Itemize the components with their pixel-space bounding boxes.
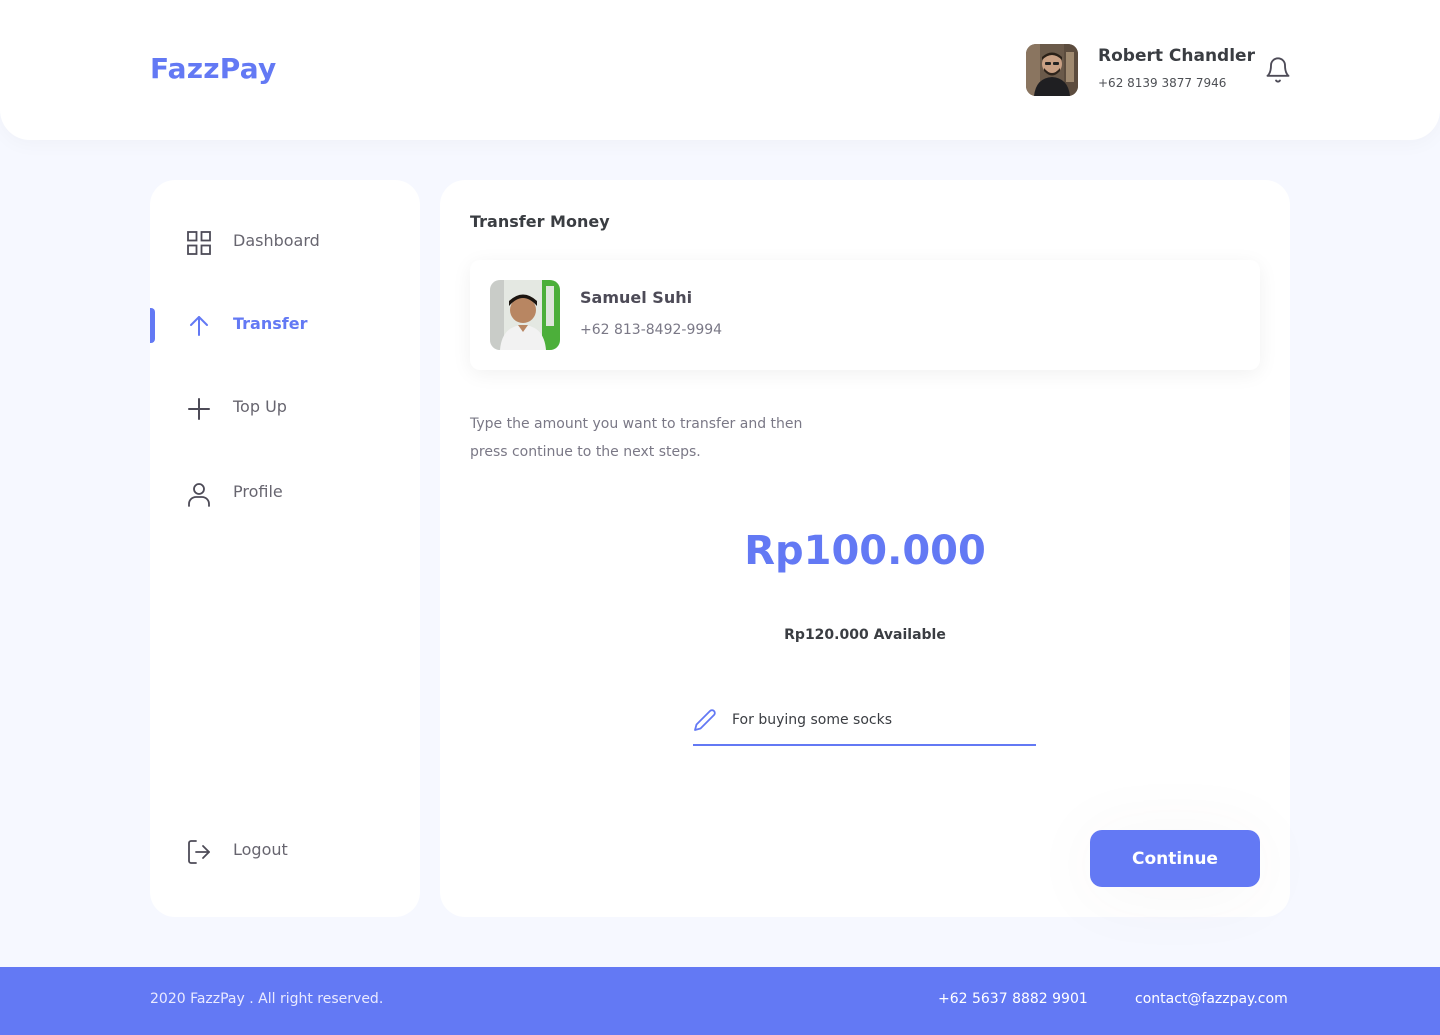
note-field[interactable]: For buying some socks [693, 704, 1036, 746]
recipient-avatar [490, 280, 560, 350]
amount-input[interactable]: Rp100.000 [440, 528, 1290, 574]
sidebar-item-profile[interactable]: Profile [150, 473, 420, 513]
brand-logo[interactable]: FazzPay [150, 52, 276, 85]
grid-icon [186, 230, 212, 256]
copyright-text: 2020 FazzPay . All right reserved. [150, 991, 384, 1007]
user-icon [186, 481, 212, 507]
instruction-text: Type the amount you want to transfer and… [470, 416, 803, 460]
sidebar-item-label: Logout [233, 840, 288, 859]
available-balance: Rp120.000 Available [784, 627, 946, 643]
footer-email[interactable]: contact@fazzpay.com [1135, 991, 1288, 1007]
footer-phone[interactable]: +62 5637 8882 9901 [938, 991, 1088, 1007]
recipient-name: Samuel Suhi [580, 288, 693, 307]
footer: 2020 FazzPay . All right reserved. +62 5… [0, 967, 1440, 1035]
transfer-panel: Transfer Money Samuel Suhi +62 813-8492-… [440, 180, 1290, 917]
sidebar-item-label: Profile [233, 482, 283, 501]
sidebar: Dashboard Transfer Top Up Profile Logout [150, 180, 420, 917]
top-header: FazzPay Robert Chandler +62 8139 3877 79… [0, 0, 1440, 140]
user-name: Robert Chandler [1098, 46, 1255, 66]
recipient-phone: +62 813-8492-9994 [580, 322, 723, 338]
bell-icon[interactable] [1264, 56, 1292, 84]
pencil-icon [693, 708, 717, 732]
plus-icon [186, 396, 212, 422]
recipient-card[interactable]: Samuel Suhi +62 813-8492-9994 [470, 260, 1260, 370]
logout-icon [186, 839, 212, 865]
continue-button[interactable]: Continue [1090, 830, 1260, 887]
sidebar-item-top-up[interactable]: Top Up [150, 388, 420, 428]
arrow-up-icon [186, 313, 212, 339]
user-phone: +62 8139 3877 7946 [1098, 76, 1227, 90]
note-value: For buying some socks [732, 712, 892, 728]
sidebar-item-dashboard[interactable]: Dashboard [150, 222, 420, 262]
page-title: Transfer Money [470, 212, 610, 231]
sidebar-item-label: Top Up [233, 397, 287, 416]
user-avatar[interactable] [1026, 44, 1078, 96]
sidebar-item-transfer[interactable]: Transfer [150, 305, 420, 345]
sidebar-item-logout[interactable]: Logout [150, 831, 420, 871]
sidebar-item-label: Transfer [233, 314, 308, 333]
sidebar-item-label: Dashboard [233, 231, 320, 250]
